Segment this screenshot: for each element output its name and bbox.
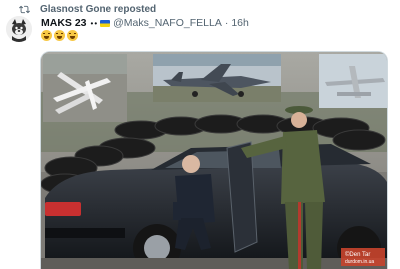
repost-indicator[interactable]: Glasnost Gone reposted — [19, 2, 156, 16]
tweet-text — [41, 30, 78, 43]
timestamp[interactable]: 16h — [231, 17, 249, 29]
watermark-line-2: durdom.in.ua — [345, 259, 374, 265]
separator-dot: · — [224, 17, 229, 29]
watermark: ©Den Tar durdom.in.ua — [341, 248, 385, 266]
display-name[interactable]: MAKS 23 — [41, 17, 87, 29]
bomber-overhead-panel — [43, 54, 127, 122]
avatar[interactable] — [6, 16, 32, 42]
repost-icon — [19, 5, 30, 13]
bomber-flying-panel — [319, 54, 387, 108]
repost-label[interactable]: Glasnost Gone reposted — [40, 4, 156, 15]
watermark-line-1: ©Den Tar — [345, 251, 370, 258]
tweet-header: MAKS 23 •• @Maks_NAFO_FELLA · 16h — [41, 16, 249, 30]
avatar-dog-icon — [6, 16, 32, 42]
grinning-face-icon — [41, 30, 52, 41]
name-badges: •• — [90, 18, 99, 28]
grinning-face-icon — [67, 30, 78, 41]
fighter-jet-panel — [153, 54, 281, 102]
ukraine-flag-icon — [100, 19, 111, 27]
meme-image: ©Den Tar durdom.in.ua — [41, 52, 387, 269]
grinning-face-icon — [54, 30, 65, 41]
tweet-image[interactable]: ©Den Tar durdom.in.ua — [40, 51, 388, 269]
user-handle[interactable]: @Maks_NAFO_FELLA — [113, 17, 222, 29]
